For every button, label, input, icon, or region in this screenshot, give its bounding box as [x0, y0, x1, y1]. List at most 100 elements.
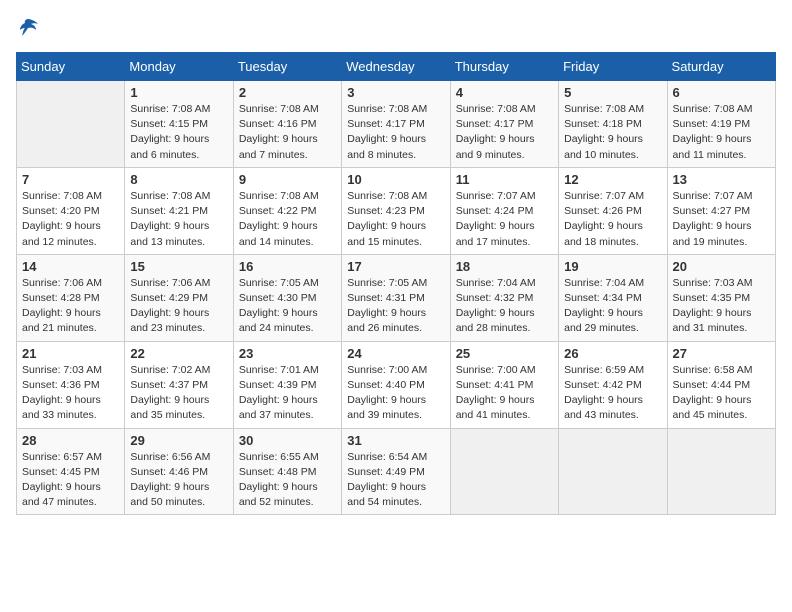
calendar-cell: 3Sunrise: 7:08 AMSunset: 4:17 PMDaylight… [342, 81, 450, 168]
calendar-cell: 4 Sunrise: 7:08 AMSunset: 4:17 PMDaylight… [450, 81, 558, 168]
calendar-cell: 23 Sunrise: 7:01 AMSunset: 4:39 PMDayligh… [233, 341, 341, 428]
day-info: Sunrise: 7:08 AMSunset: 4:21 PMDaylight:… [130, 189, 227, 250]
day-number: 20 [673, 259, 770, 274]
day-number: 11 [456, 172, 553, 187]
calendar-cell: 12 Sunrise: 7:07 AMSunset: 4:26 PMDayligh… [559, 167, 667, 254]
calendar-cell [667, 428, 775, 515]
calendar-cell: 11Sunrise: 7:07 AMSunset: 4:24 PMDayligh… [450, 167, 558, 254]
day-number: 10 [347, 172, 444, 187]
day-info: Sunrise: 7:08 AMSunset: 4:15 PMDaylight:… [130, 102, 227, 163]
day-number: 24 [347, 346, 444, 361]
day-number: 12 [564, 172, 661, 187]
logo [16, 16, 44, 40]
day-info: Sunrise: 7:08 AMSunset: 4:17 PMDaylight:… [347, 102, 444, 163]
calendar-cell: 17 Sunrise: 7:05 AMSunset: 4:31 PMDayligh… [342, 254, 450, 341]
day-number: 23 [239, 346, 336, 361]
day-number: 30 [239, 433, 336, 448]
page-header [16, 16, 776, 40]
day-info: Sunrise: 6:57 AMSunset: 4:45 PMDaylight:… [22, 450, 119, 511]
day-info: Sunrise: 7:08 AMSunset: 4:23 PMDaylight:… [347, 189, 444, 250]
day-number: 27 [673, 346, 770, 361]
day-number: 25 [456, 346, 553, 361]
weekday-header-monday: Monday [125, 53, 233, 81]
day-number: 17 [347, 259, 444, 274]
day-info: Sunrise: 6:59 AMSunset: 4:42 PMDaylight:… [564, 363, 661, 424]
day-info: Sunrise: 7:03 AMSunset: 4:36 PMDaylight:… [22, 363, 119, 424]
calendar-cell: 5Sunrise: 7:08 AMSunset: 4:18 PMDaylight… [559, 81, 667, 168]
day-info: Sunrise: 7:08 AMSunset: 4:17 PMDaylight:… [456, 102, 553, 163]
day-info: Sunrise: 7:00 AMSunset: 4:40 PMDaylight:… [347, 363, 444, 424]
day-number: 14 [22, 259, 119, 274]
day-info: Sunrise: 6:55 AMSunset: 4:48 PMDaylight:… [239, 450, 336, 511]
calendar-cell: 31 Sunrise: 6:54 AMSunset: 4:49 PMDayligh… [342, 428, 450, 515]
day-number: 22 [130, 346, 227, 361]
day-number: 31 [347, 433, 444, 448]
day-info: Sunrise: 7:07 AMSunset: 4:27 PMDaylight:… [673, 189, 770, 250]
calendar-week-row: 7 Sunrise: 7:08 AMSunset: 4:20 PMDaylight… [17, 167, 776, 254]
calendar-cell: 9 Sunrise: 7:08 AMSunset: 4:22 PMDaylight… [233, 167, 341, 254]
calendar-cell: 30 Sunrise: 6:55 AMSunset: 4:48 PMDayligh… [233, 428, 341, 515]
day-info: Sunrise: 7:05 AMSunset: 4:31 PMDaylight:… [347, 276, 444, 337]
calendar-week-row: 21Sunrise: 7:03 AMSunset: 4:36 PMDayligh… [17, 341, 776, 428]
day-info: Sunrise: 7:04 AMSunset: 4:34 PMDaylight:… [564, 276, 661, 337]
weekday-header-row: SundayMondayTuesdayWednesdayThursdayFrid… [17, 53, 776, 81]
calendar-cell: 25 Sunrise: 7:00 AMSunset: 4:41 PMDayligh… [450, 341, 558, 428]
weekday-header-tuesday: Tuesday [233, 53, 341, 81]
day-info: Sunrise: 7:03 AMSunset: 4:35 PMDaylight:… [673, 276, 770, 337]
day-number: 7 [22, 172, 119, 187]
day-number: 19 [564, 259, 661, 274]
calendar-week-row: 14 Sunrise: 7:06 AMSunset: 4:28 PMDayligh… [17, 254, 776, 341]
calendar-cell: 28 Sunrise: 6:57 AMSunset: 4:45 PMDayligh… [17, 428, 125, 515]
logo-icon [16, 16, 40, 40]
weekday-header-friday: Friday [559, 53, 667, 81]
calendar-cell: 8 Sunrise: 7:08 AMSunset: 4:21 PMDaylight… [125, 167, 233, 254]
day-number: 28 [22, 433, 119, 448]
day-info: Sunrise: 7:06 AMSunset: 4:28 PMDaylight:… [22, 276, 119, 337]
day-info: Sunrise: 7:08 AMSunset: 4:18 PMDaylight:… [564, 102, 661, 163]
day-number: 2 [239, 85, 336, 100]
weekday-header-thursday: Thursday [450, 53, 558, 81]
day-info: Sunrise: 7:00 AMSunset: 4:41 PMDaylight:… [456, 363, 553, 424]
calendar-table: SundayMondayTuesdayWednesdayThursdayFrid… [16, 52, 776, 515]
calendar-cell: 27 Sunrise: 6:58 AMSunset: 4:44 PMDayligh… [667, 341, 775, 428]
calendar-cell [450, 428, 558, 515]
day-number: 26 [564, 346, 661, 361]
day-number: 29 [130, 433, 227, 448]
calendar-cell: 24 Sunrise: 7:00 AMSunset: 4:40 PMDayligh… [342, 341, 450, 428]
day-info: Sunrise: 7:07 AMSunset: 4:26 PMDaylight:… [564, 189, 661, 250]
calendar-cell: 21Sunrise: 7:03 AMSunset: 4:36 PMDayligh… [17, 341, 125, 428]
day-info: Sunrise: 6:58 AMSunset: 4:44 PMDaylight:… [673, 363, 770, 424]
calendar-cell: 16Sunrise: 7:05 AMSunset: 4:30 PMDayligh… [233, 254, 341, 341]
day-info: Sunrise: 7:08 AMSunset: 4:16 PMDaylight:… [239, 102, 336, 163]
calendar-week-row: 1 Sunrise: 7:08 AMSunset: 4:15 PMDaylight… [17, 81, 776, 168]
day-info: Sunrise: 7:08 AMSunset: 4:22 PMDaylight:… [239, 189, 336, 250]
day-number: 6 [673, 85, 770, 100]
calendar-cell: 15 Sunrise: 7:06 AMSunset: 4:29 PMDayligh… [125, 254, 233, 341]
calendar-cell: 29 Sunrise: 6:56 AMSunset: 4:46 PMDayligh… [125, 428, 233, 515]
calendar-cell: 20 Sunrise: 7:03 AMSunset: 4:35 PMDayligh… [667, 254, 775, 341]
calendar-cell: 22 Sunrise: 7:02 AMSunset: 4:37 PMDayligh… [125, 341, 233, 428]
day-number: 8 [130, 172, 227, 187]
day-info: Sunrise: 7:04 AMSunset: 4:32 PMDaylight:… [456, 276, 553, 337]
day-number: 16 [239, 259, 336, 274]
weekday-header-saturday: Saturday [667, 53, 775, 81]
day-info: Sunrise: 7:01 AMSunset: 4:39 PMDaylight:… [239, 363, 336, 424]
calendar-cell [559, 428, 667, 515]
day-info: Sunrise: 7:08 AMSunset: 4:19 PMDaylight:… [673, 102, 770, 163]
day-number: 1 [130, 85, 227, 100]
day-info: Sunrise: 7:08 AMSunset: 4:20 PMDaylight:… [22, 189, 119, 250]
weekday-header-sunday: Sunday [17, 53, 125, 81]
calendar-cell: 7 Sunrise: 7:08 AMSunset: 4:20 PMDaylight… [17, 167, 125, 254]
day-info: Sunrise: 7:06 AMSunset: 4:29 PMDaylight:… [130, 276, 227, 337]
calendar-cell [17, 81, 125, 168]
day-number: 9 [239, 172, 336, 187]
day-number: 15 [130, 259, 227, 274]
day-number: 4 [456, 85, 553, 100]
day-number: 18 [456, 259, 553, 274]
calendar-cell: 13 Sunrise: 7:07 AMSunset: 4:27 PMDayligh… [667, 167, 775, 254]
calendar-cell: 26 Sunrise: 6:59 AMSunset: 4:42 PMDayligh… [559, 341, 667, 428]
day-info: Sunrise: 6:56 AMSunset: 4:46 PMDaylight:… [130, 450, 227, 511]
day-info: Sunrise: 6:54 AMSunset: 4:49 PMDaylight:… [347, 450, 444, 511]
day-info: Sunrise: 7:02 AMSunset: 4:37 PMDaylight:… [130, 363, 227, 424]
day-number: 13 [673, 172, 770, 187]
